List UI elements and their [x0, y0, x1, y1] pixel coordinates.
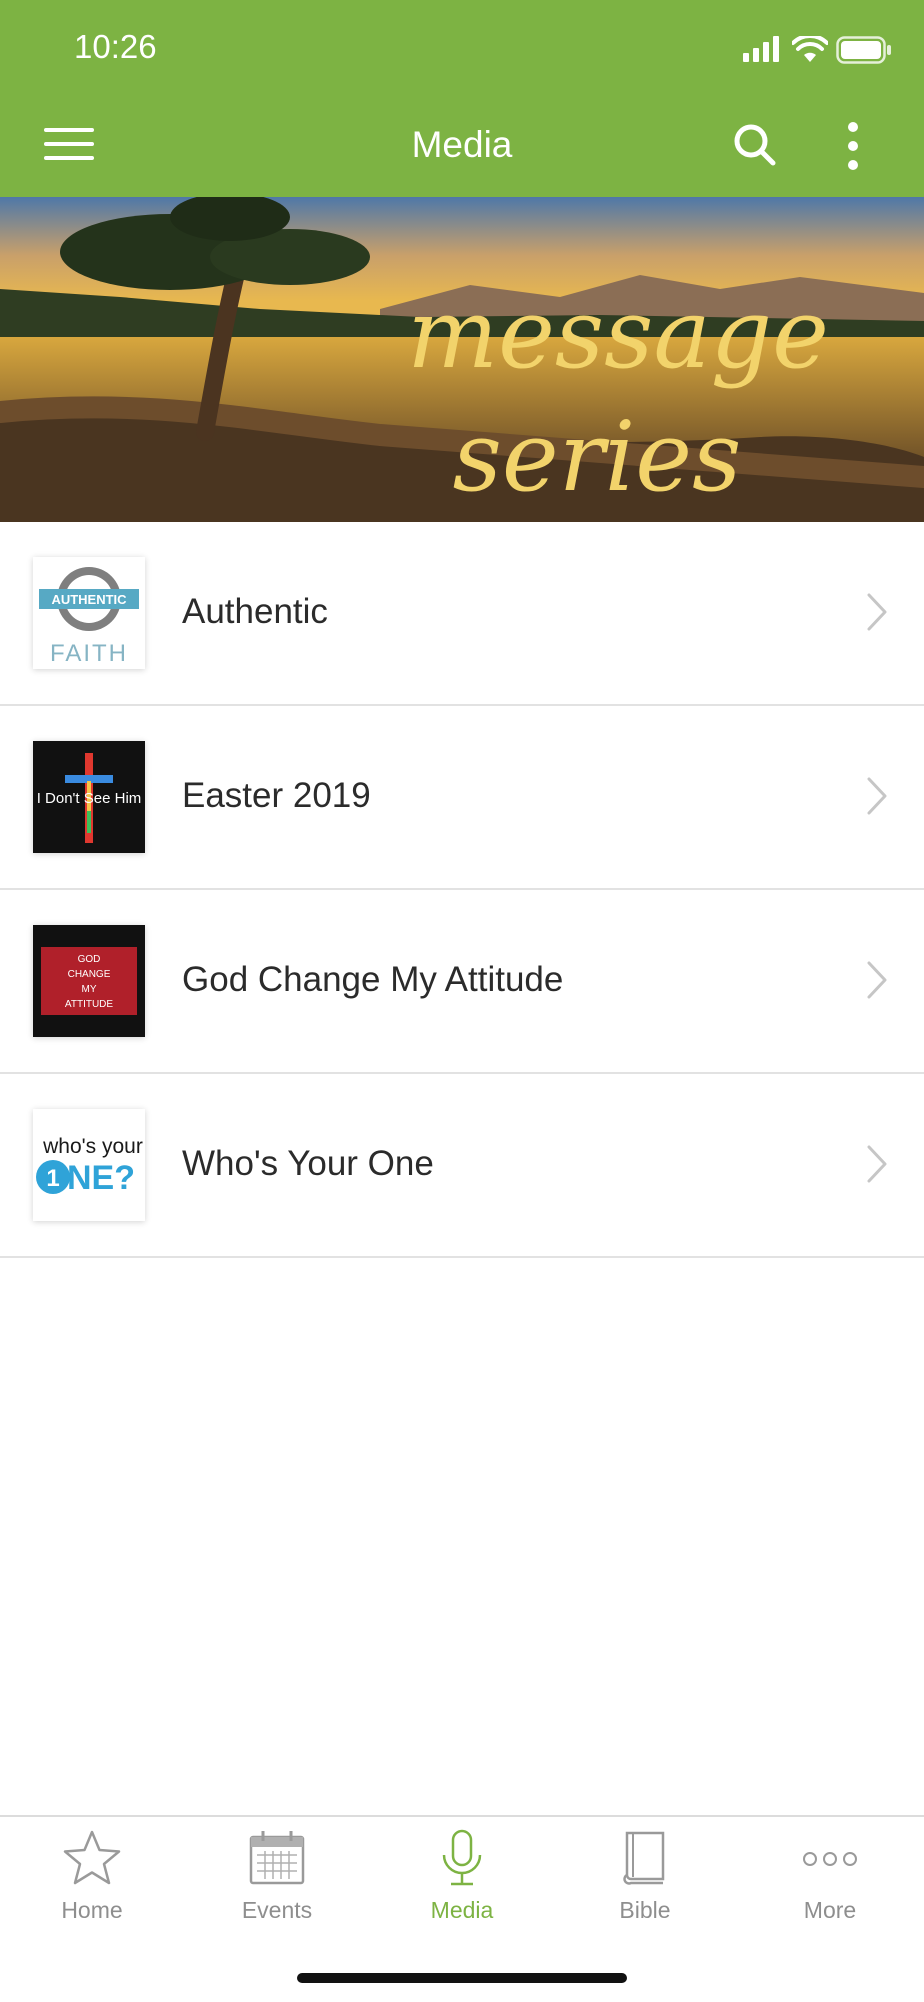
- thumb-text: GOD: [78, 954, 101, 965]
- book-icon: [623, 1831, 665, 1885]
- tab-label: Bible: [619, 1897, 671, 1923]
- series-list: AUTHENTIC FAITH Authentic I Don't See Hi…: [0, 522, 924, 1258]
- tab-label: More: [803, 1897, 857, 1923]
- thumb-numeral: 1: [46, 1165, 59, 1192]
- series-thumbnail: GOD CHANGE MY ATTITUDE: [33, 925, 145, 1037]
- series-item-whos-your-one[interactable]: who's your 1 NE? Who's Your One: [0, 1074, 924, 1258]
- thumb-text: CHANGE: [68, 969, 111, 980]
- app-header: 10:26 Media: [0, 0, 924, 197]
- thumb-text: I Don't See Him: [37, 790, 142, 807]
- thumb-text: NE?: [67, 1159, 135, 1197]
- search-icon: [734, 124, 776, 166]
- thumb-text: MY: [82, 984, 97, 995]
- thumb-text: AUTHENTIC: [51, 592, 127, 607]
- chevron-right-icon: [867, 1145, 887, 1183]
- signal-icon: [743, 36, 779, 62]
- wifi-icon: [792, 36, 828, 62]
- tab-label: Events: [241, 1897, 313, 1923]
- calendar-icon: [249, 1831, 305, 1885]
- series-title: Authentic: [182, 592, 328, 631]
- series-title: Easter 2019: [182, 776, 371, 815]
- overflow-menu-button[interactable]: [844, 118, 862, 174]
- chevron-right-icon: [867, 777, 887, 815]
- home-indicator: [297, 1973, 627, 1983]
- series-item-god-change-my-attitude[interactable]: GOD CHANGE MY ATTITUDE God Change My Att…: [0, 890, 924, 1074]
- tab-media[interactable]: Media: [370, 1829, 554, 1924]
- banner-title-line1: message: [407, 278, 829, 390]
- status-time: 10:26: [74, 28, 157, 65]
- message-series-banner: message series: [0, 197, 924, 522]
- tab-label: Media: [430, 1897, 494, 1923]
- thumb-text: ATTITUDE: [65, 999, 113, 1010]
- search-button[interactable]: [732, 122, 778, 168]
- series-thumbnail: who's your 1 NE?: [33, 1109, 145, 1221]
- chevron-right-icon: [867, 961, 887, 999]
- thumb-text: FAITH: [50, 640, 128, 667]
- vertical-dots-icon: [848, 122, 858, 170]
- series-thumbnail: I Don't See Him: [33, 741, 145, 853]
- more-dots-icon: [803, 1852, 857, 1866]
- banner-title-line2: series: [453, 401, 742, 513]
- battery-icon: [836, 36, 891, 64]
- thumb-text: who's your: [42, 1135, 143, 1158]
- tab-label: Home: [61, 1897, 123, 1923]
- tab-home[interactable]: Home: [0, 1829, 184, 1924]
- series-thumbnail: AUTHENTIC FAITH: [33, 557, 145, 669]
- tab-more[interactable]: More: [738, 1829, 922, 1924]
- page-title: Media: [411, 124, 513, 165]
- series-title: Who's Your One: [182, 1144, 434, 1183]
- tab-bible[interactable]: Bible: [553, 1829, 737, 1924]
- star-icon: [63, 1830, 121, 1885]
- series-title: God Change My Attitude: [182, 960, 564, 999]
- microphone-icon: [442, 1829, 482, 1886]
- series-item-easter-2019[interactable]: I Don't See Him Easter 2019: [0, 706, 924, 890]
- tab-events[interactable]: Events: [185, 1829, 369, 1924]
- chevron-right-icon: [867, 593, 887, 631]
- series-item-authentic[interactable]: AUTHENTIC FAITH Authentic: [0, 522, 924, 706]
